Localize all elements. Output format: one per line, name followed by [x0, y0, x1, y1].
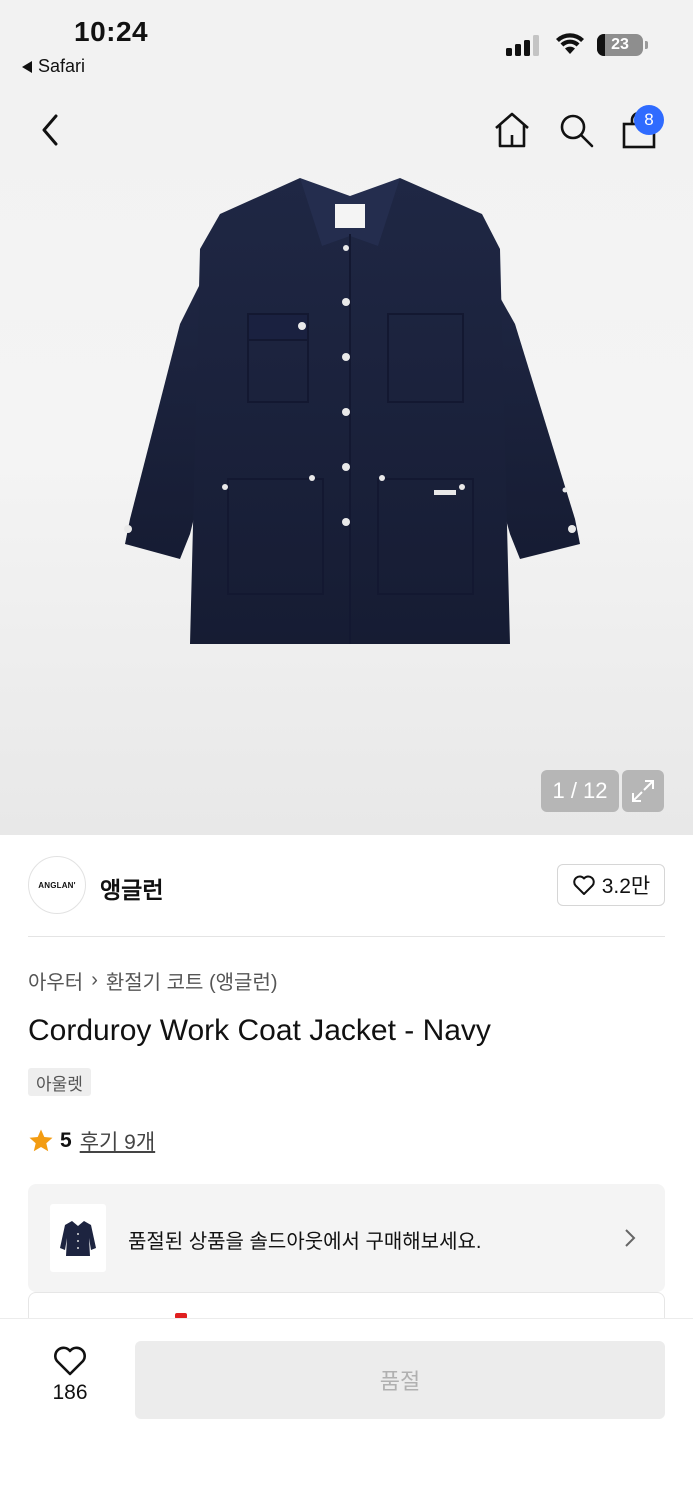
- product-title: Corduroy Work Coat Jacket - Navy: [28, 1014, 491, 1047]
- wishlist-count: 186: [52, 1381, 88, 1404]
- expand-icon: [632, 780, 654, 802]
- brand-like-count: 3.2만: [601, 875, 651, 898]
- back-app-label: Safari: [38, 56, 86, 76]
- breadcrumb-item[interactable]: 아우터: [28, 966, 83, 995]
- soldout-banner-text: 품절된 상품을 솔드아웃에서 구매해보세요.: [128, 1231, 482, 1253]
- status-time: 10:24: [74, 16, 149, 47]
- status-bar: 10:24 Safari 23: [0, 0, 693, 82]
- chevron-right-icon: [625, 1229, 636, 1247]
- breadcrumb-item[interactable]: 환절기 코트 (앵글런): [106, 966, 278, 995]
- heart-icon: [572, 875, 595, 895]
- rating-row: 5 후기 9개: [28, 1126, 155, 1156]
- cart-count-badge: 8: [634, 105, 664, 135]
- product-gallery[interactable]: 1 / 12: [0, 82, 693, 835]
- brand-row: ANGLAN' 앵글런 3.2만: [28, 835, 665, 937]
- wishlist-button[interactable]: 186: [40, 1345, 100, 1405]
- jacket-thumbnail-icon: [60, 1221, 96, 1256]
- search-icon[interactable]: [556, 110, 596, 150]
- product-image: [124, 178, 580, 644]
- heart-icon: [54, 1346, 86, 1376]
- home-icon[interactable]: [492, 110, 532, 150]
- reviews-link[interactable]: 후기 9개: [80, 1126, 155, 1156]
- brand-name[interactable]: 앵글런: [100, 871, 163, 905]
- battery-indicator: 23: [597, 34, 643, 56]
- brand-logo[interactable]: ANGLAN': [28, 856, 86, 914]
- soldout-banner[interactable]: 품절된 상품을 솔드아웃에서 구매해보세요.: [28, 1184, 665, 1292]
- wifi-icon: [556, 33, 584, 54]
- star-icon: [29, 1129, 53, 1152]
- gallery-counter: 1 / 12: [541, 770, 619, 812]
- back-to-safari[interactable]: Safari: [22, 56, 85, 77]
- back-triangle-icon: [22, 60, 32, 73]
- breadcrumb: 아우터 › 환절기 코트 (앵글런): [28, 966, 278, 995]
- brand-like-button[interactable]: 3.2만: [557, 864, 665, 906]
- battery-level: 23: [611, 36, 629, 53]
- soldout-button[interactable]: 품절: [135, 1341, 665, 1419]
- bottom-action-bar: 186 품절: [0, 1318, 693, 1500]
- signal-icon: [506, 34, 539, 56]
- chevron-right-icon: ›: [91, 969, 98, 991]
- outlet-tag: 아울렛: [28, 1068, 91, 1096]
- battery-cap: [645, 41, 648, 49]
- back-icon[interactable]: [34, 110, 68, 150]
- expand-button[interactable]: [622, 770, 664, 812]
- rating-score: 5: [60, 1129, 72, 1152]
- banner-thumbnail: [50, 1204, 106, 1272]
